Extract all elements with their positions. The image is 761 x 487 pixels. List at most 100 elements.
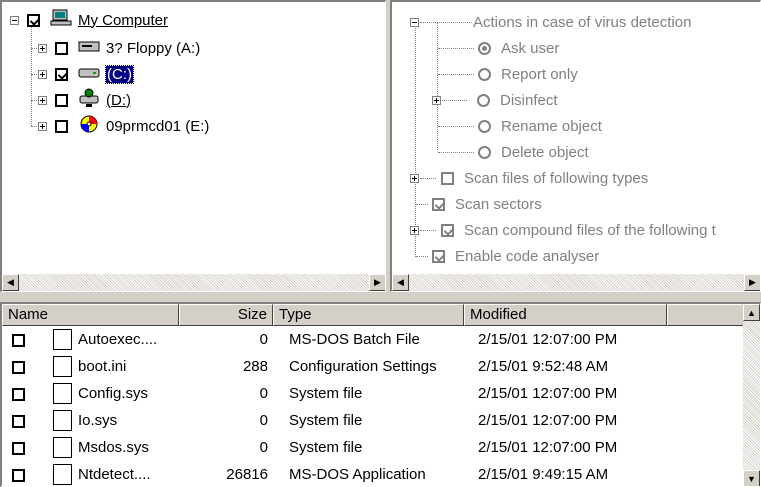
scroll-up-button[interactable]: ▲ — [743, 304, 760, 321]
scan-compound-checkbox[interactable] — [441, 223, 454, 237]
scroll-track[interactable] — [743, 321, 760, 470]
scan-sectors-checkbox[interactable] — [432, 197, 445, 211]
scroll-track[interactable] — [409, 274, 744, 291]
file-modified: 2/15/01 12:07:00 PM — [478, 385, 618, 402]
radio-rename-object[interactable]: Rename object — [438, 115, 602, 137]
scroll-left-button[interactable]: ◀ — [392, 274, 409, 291]
radio-rename-object-label: Rename object — [501, 117, 602, 135]
code-analyser-checkbox[interactable] — [432, 249, 445, 263]
file-size: 0 — [259, 412, 268, 429]
expand-icon[interactable] — [38, 95, 47, 105]
floppy-drive-icon — [78, 39, 100, 57]
drive-e-label[interactable]: 09prmcd01 (E:) — [106, 118, 209, 135]
options-horizontal-scrollbar[interactable]: ◀ ▶ — [392, 274, 760, 291]
drive-c-label[interactable]: (C:) — [105, 64, 134, 84]
column-header-size[interactable]: Size — [179, 304, 273, 326]
radio-disinfect-button[interactable] — [477, 93, 490, 107]
table-row[interactable]: Msdos.sys 0 System file 2/15/01 12:07:00 PM — [2, 435, 744, 462]
file-type: MS-DOS Batch File — [289, 331, 420, 348]
scan-compound-label: Scan compound files of the following t — [464, 221, 716, 239]
scroll-track[interactable] — [19, 274, 369, 291]
cd-drive-icon — [78, 114, 100, 138]
collapse-icon[interactable] — [10, 15, 19, 25]
drive-d-label[interactable]: (D:) — [106, 92, 131, 109]
file-name[interactable]: Io.sys — [78, 412, 117, 429]
file-name[interactable]: Ntdetect.... — [78, 466, 151, 483]
collapse-icon[interactable] — [410, 17, 419, 27]
list-vertical-scrollbar[interactable]: ▲ ▼ — [743, 304, 760, 486]
file-checkbox[interactable] — [12, 442, 25, 455]
radio-delete-object[interactable]: Delete object — [438, 141, 589, 163]
radio-ask-user[interactable]: Ask user — [438, 37, 559, 59]
check-scan-compound[interactable]: Scan compound files of the following t — [410, 219, 716, 241]
network-drive-icon — [78, 88, 100, 112]
file-modified: 2/15/01 9:49:15 AM — [478, 466, 609, 483]
check-code-analyser[interactable]: Enable code analyser — [416, 245, 599, 267]
my-computer-checkbox[interactable] — [27, 13, 40, 27]
radio-report-only[interactable]: Report only — [438, 63, 578, 85]
column-header-modified[interactable]: Modified — [464, 304, 667, 326]
table-row[interactable]: Io.sys 0 System file 2/15/01 12:07:00 PM — [2, 408, 744, 435]
radio-delete-object-button[interactable] — [478, 145, 491, 159]
check-scan-file-types[interactable]: Scan files of following types — [410, 167, 648, 189]
system-file-icon — [53, 383, 72, 404]
scroll-right-button[interactable]: ▶ — [369, 274, 385, 291]
radio-ask-user-button[interactable] — [478, 41, 491, 55]
scroll-right-button[interactable]: ▶ — [744, 274, 760, 291]
column-header-filler — [667, 304, 745, 326]
expand-icon[interactable] — [38, 69, 47, 79]
tree-node-drive-a[interactable]: 3? Floppy (A:) — [31, 37, 200, 59]
computer-icon — [50, 9, 72, 31]
radio-report-only-button[interactable] — [478, 67, 491, 81]
radio-disinfect[interactable]: Disinfect — [432, 89, 558, 111]
scan-sectors-label: Scan sectors — [455, 195, 542, 213]
tree-node-drive-d[interactable]: (D:) — [31, 88, 131, 112]
table-row[interactable]: Config.sys 0 System file 2/15/01 12:07:00 P… — [2, 381, 744, 408]
file-modified: 2/15/01 12:07:00 PM — [478, 412, 618, 429]
my-computer-label[interactable]: My Computer — [78, 12, 168, 29]
actions-group-label: Actions in case of virus detection — [473, 13, 692, 31]
table-row[interactable]: Autoexec.... 0 MS-DOS Batch File 2/15/01 12… — [2, 327, 744, 354]
file-type: System file — [289, 439, 363, 456]
column-header-name[interactable]: Name — [2, 304, 179, 326]
actions-group-node[interactable]: Actions in case of virus detection — [410, 11, 691, 33]
tree-node-drive-c[interactable]: (C:) — [31, 63, 134, 85]
drive-a-label[interactable]: 3? Floppy (A:) — [106, 40, 200, 57]
file-size: 0 — [259, 331, 268, 348]
expand-icon[interactable] — [410, 173, 419, 183]
hard-drive-icon — [78, 65, 100, 83]
file-size: 0 — [259, 385, 268, 402]
expand-icon[interactable] — [432, 95, 441, 105]
drive-e-checkbox[interactable] — [55, 119, 68, 133]
file-checkbox[interactable] — [12, 334, 25, 347]
file-name[interactable]: Autoexec.... — [78, 331, 157, 348]
tree-node-my-computer[interactable]: My Computer — [10, 9, 168, 31]
file-checkbox[interactable] — [12, 415, 25, 428]
drive-d-checkbox[interactable] — [55, 93, 68, 107]
drive-c-checkbox[interactable] — [55, 67, 68, 81]
file-checkbox[interactable] — [12, 469, 25, 482]
file-checkbox[interactable] — [12, 361, 25, 374]
file-name[interactable]: boot.ini — [78, 358, 126, 375]
scan-options-pane: Actions in case of virus detection Ask u… — [390, 0, 761, 292]
radio-rename-object-button[interactable] — [478, 119, 491, 133]
file-name[interactable]: Config.sys — [78, 385, 148, 402]
scroll-left-button[interactable]: ◀ — [2, 274, 19, 291]
tree-node-drive-e[interactable]: 09prmcd01 (E:) — [31, 114, 209, 138]
expand-icon[interactable] — [38, 121, 47, 131]
column-header-type[interactable]: Type — [273, 304, 464, 326]
radio-delete-object-label: Delete object — [501, 143, 589, 161]
tree-horizontal-scrollbar[interactable]: ◀ ▶ — [2, 274, 385, 291]
expand-icon[interactable] — [410, 225, 419, 235]
table-row[interactable]: boot.ini 288 Configuration Settings 2/15/01… — [2, 354, 744, 381]
check-scan-sectors[interactable]: Scan sectors — [416, 193, 542, 215]
drive-a-checkbox[interactable] — [55, 41, 68, 55]
scan-file-types-checkbox[interactable] — [441, 171, 454, 185]
file-modified: 2/15/01 12:07:00 PM — [478, 331, 618, 348]
scroll-down-button[interactable]: ▼ — [743, 470, 760, 486]
file-name[interactable]: Msdos.sys — [78, 439, 149, 456]
table-row[interactable]: Ntdetect.... 26816 MS-DOS Application 2/15/… — [2, 462, 744, 486]
expand-icon[interactable] — [38, 43, 47, 53]
file-checkbox[interactable] — [12, 388, 25, 401]
file-list-pane: Name Size Type Modified Autoexec.... 0 MS-… — [0, 302, 761, 487]
